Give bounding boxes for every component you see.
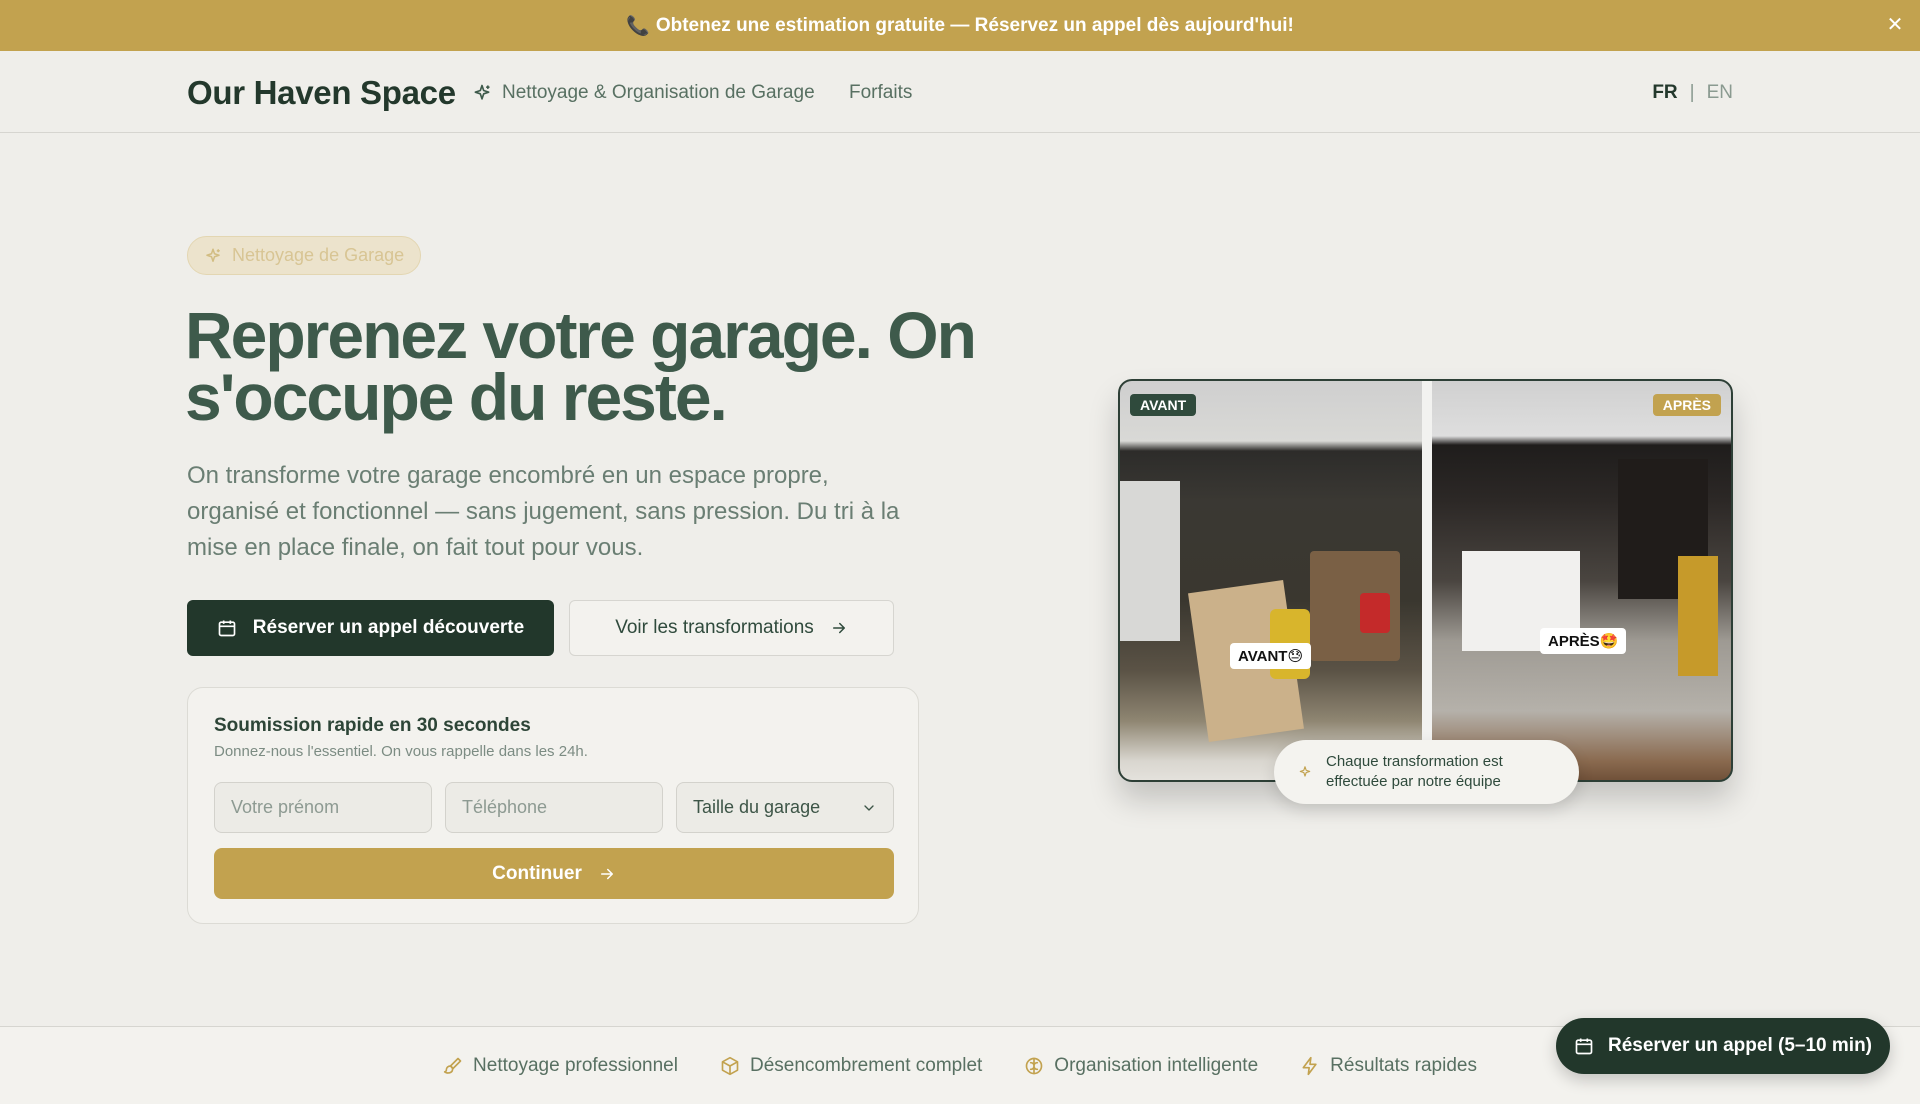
form-subtitle: Donnez-nous l'essentiel. On vous rappell… (214, 743, 588, 760)
sparkles-icon (204, 247, 222, 265)
announcement-text: Obtenez une estimation gratuite — Réserv… (655, 14, 1294, 36)
sparkles-icon (472, 83, 492, 103)
photo-divider (1422, 381, 1432, 780)
calendar-icon (217, 618, 237, 638)
before-tag: AVANT (1130, 394, 1197, 416)
caption-text: Chaque transformation est effectuée par … (1326, 753, 1503, 790)
phone-input[interactable] (462, 797, 646, 818)
feature-item: Nettoyage professionnel (443, 1055, 678, 1077)
lightning-icon (1300, 1056, 1320, 1076)
feature-label: Nettoyage professionnel (473, 1054, 678, 1076)
feature-item: Organisation intelligente (1024, 1055, 1258, 1077)
site-header: Our Haven Space Nettoyage & Organisation… (0, 51, 1920, 133)
feature-item: Résultats rapides (1300, 1055, 1477, 1077)
arrow-right-icon (598, 865, 616, 883)
language-switcher: FR | EN (1652, 82, 1733, 104)
hero-title: Reprenez votre garage. On s'occupe du re… (185, 298, 977, 434)
lang-fr[interactable]: FR (1652, 82, 1677, 104)
form-title: Soumission rapide en 30 secondes (214, 715, 531, 736)
hero-badge: Nettoyage de Garage (187, 236, 422, 275)
after-overlay-label: APRÈS🤩 (1540, 628, 1627, 654)
before-after-photo: AVANT😓 APRÈS🤩 AVANT APRÈS (1118, 379, 1733, 782)
lang-separator: | (1689, 82, 1695, 103)
calendar-icon (1574, 1036, 1594, 1056)
photo-caption: Chaque transformation est effectuée par … (1274, 740, 1579, 804)
brush-icon (443, 1056, 463, 1076)
before-photo: AVANT😓 (1120, 381, 1422, 780)
floating-book-call-button[interactable]: Réserver un appel (5–10 min) (1556, 1018, 1890, 1074)
feature-label: Désencombrement complet (749, 1054, 983, 1076)
brand-logo[interactable]: Our Haven Space (187, 74, 456, 112)
book-discovery-call-button[interactable]: Réserver un appel découverte (187, 600, 554, 656)
announcement-bar: 📞 Obtenez une estimation gratuite — Rése… (0, 0, 1920, 51)
quick-quote-form: Soumission rapide en 30 secondes Donnez-… (187, 687, 919, 924)
chevron-down-icon (861, 800, 877, 816)
brain-icon (1024, 1056, 1044, 1076)
feature-item: Désencombrement complet (720, 1055, 982, 1077)
garage-size-select[interactable]: Taille du garage (676, 782, 894, 833)
button-label: Réserver un appel découverte (252, 617, 525, 638)
hero-badge-label: Nettoyage de Garage (232, 245, 405, 265)
continue-button[interactable]: Continuer (214, 848, 894, 899)
close-icon[interactable]: ✕ (1884, 14, 1906, 36)
before-overlay-label: AVANT😓 (1230, 643, 1312, 669)
feature-label: Organisation intelligente (1054, 1054, 1259, 1076)
arrow-right-icon (830, 619, 848, 637)
first-name-input[interactable] (231, 797, 415, 818)
nav-link-label: Forfaits (849, 82, 913, 103)
select-value: Taille du garage (693, 797, 821, 817)
first-name-field[interactable] (214, 782, 432, 833)
button-label: Voir les transformations (615, 617, 814, 638)
button-label: Continuer (492, 862, 582, 884)
nav-link-garage[interactable]: Nettoyage & Organisation de Garage (472, 82, 815, 104)
feature-label: Résultats rapides (1330, 1054, 1477, 1076)
phone-icon: 📞 (626, 15, 650, 37)
nav-link-forfaits[interactable]: Forfaits (849, 82, 912, 104)
box-icon (720, 1056, 740, 1076)
lang-en[interactable]: EN (1707, 82, 1733, 104)
hero-lead: On transforme votre garage encombré en u… (187, 462, 900, 561)
after-photo: APRÈS🤩 (1432, 381, 1731, 780)
view-transformations-button[interactable]: Voir les transformations (569, 600, 894, 656)
sparkles-icon (1298, 765, 1312, 779)
phone-field[interactable] (445, 782, 663, 833)
after-tag: APRÈS (1652, 394, 1721, 416)
button-label: Réserver un appel (5–10 min) (1608, 1035, 1872, 1056)
nav-link-label: Nettoyage & Organisation de Garage (502, 82, 815, 103)
